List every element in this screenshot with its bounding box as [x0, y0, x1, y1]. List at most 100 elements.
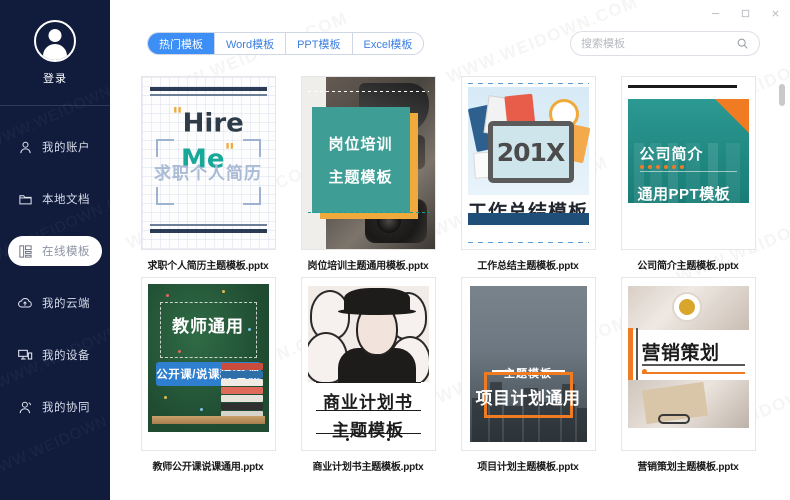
sidebar-item-my-cloud[interactable]: 我的云端 — [8, 288, 102, 318]
template-scrollbar-thumb[interactable] — [779, 84, 785, 106]
template-thumbnail[interactable]: 营销策划 主题模板 — [621, 277, 756, 451]
template-thumbnail[interactable]: "Hire Me" 求职个人简历 — [141, 76, 276, 250]
template-grid-scroll-area: "Hire Me" 求职个人简历 求职个人简历主题模板.pptx — [110, 68, 790, 500]
minimize-icon[interactable] — [700, 0, 730, 26]
thumb-subtitle: 求职个人简历 — [142, 159, 275, 184]
search-icon[interactable] — [736, 37, 749, 50]
chalk-dot — [200, 408, 203, 411]
sidebar-item-online-templates[interactable]: 在线模板 — [8, 236, 102, 266]
sidebar-item-label: 本地文档 — [42, 191, 90, 207]
thumb-title-line2: 主题模板 — [328, 166, 392, 187]
city-photo-background: 主题模板 项目计划通用 — [470, 286, 587, 442]
template-card[interactable]: 主题模板 项目计划通用 项目计划主题模板.pptx — [448, 277, 608, 473]
template-scrollbar-track[interactable] — [779, 72, 785, 496]
thumb-title-line1: 岗位培训 — [328, 133, 392, 154]
template-caption: 项目计划主题模板.pptx — [477, 458, 578, 473]
search-box[interactable] — [570, 31, 760, 56]
maximize-icon[interactable] — [730, 0, 760, 26]
template-thumbnail[interactable]: 201X 工作总结模板 — [461, 76, 596, 250]
decor-bar — [150, 229, 267, 233]
template-card[interactable]: 营销策划 主题模板 营销策划主题模板.pptx — [608, 277, 768, 473]
sidebar-item-my-devices[interactable]: 我的设备 — [8, 340, 102, 370]
dotted-divider — [308, 212, 429, 213]
window-controls — [700, 0, 790, 26]
thumb-title-line1: 公司简介 — [640, 143, 704, 164]
dashed-divider — [468, 242, 589, 243]
dot-row — [640, 165, 684, 169]
devices-icon — [8, 347, 42, 363]
tab-ppt-templates[interactable]: PPT模板 — [286, 33, 352, 54]
chalk-dot — [164, 396, 167, 399]
top-rule — [628, 85, 737, 88]
divider-rule — [316, 410, 421, 411]
desk-shape — [152, 416, 265, 424]
template-thumbnail[interactable]: 商业计划书 主题模板 — [301, 277, 436, 451]
dotted-divider — [308, 91, 429, 92]
desk-photo-top — [628, 286, 749, 330]
sidebar-item-label: 我的协同 — [42, 399, 90, 415]
trooper-illustration — [308, 286, 429, 382]
template-card[interactable]: 公司简介 通用PPT模板 公司简介主题模板.pptx — [608, 76, 768, 272]
template-thumbnail[interactable]: 教师通用 公开课/说课稿/备课 — [141, 277, 276, 451]
sidebar-item-label: 在线模板 — [42, 243, 90, 259]
building-shape — [577, 408, 587, 442]
sidebar-item-label: 我的设备 — [42, 347, 90, 363]
template-caption: 岗位培训主题通用模板.pptx — [308, 257, 429, 272]
headline-hire: Hire — [183, 109, 244, 139]
sidebar-item-my-collaboration[interactable]: 我的协同 — [8, 392, 102, 422]
tablet-shape: 201X — [488, 121, 574, 183]
topbar: 热门模板 Word模板 PPT模板 Excel模板 — [110, 28, 790, 64]
thumb-title-line2: 项目计划通用 — [470, 384, 587, 409]
template-caption: 工作总结主题模板.pptx — [477, 257, 578, 272]
orange-divider-rule — [642, 372, 745, 374]
blue-accent-bar — [468, 213, 589, 225]
desk-photo-bottom — [628, 380, 749, 428]
blackboard-background: 教师通用 公开课/说课稿/备课 — [148, 284, 269, 432]
book-stack-illustration — [221, 364, 263, 418]
user-avatar-icon[interactable] — [34, 20, 76, 62]
template-thumbnail[interactable]: 主题模板 项目计划通用 — [461, 277, 596, 451]
decor-bar — [150, 224, 267, 226]
orange-corner-triangle — [715, 99, 749, 133]
divider-rule — [316, 382, 421, 383]
template-card[interactable]: 教师通用 公开课/说课稿/备课 — [128, 277, 288, 473]
corner-bracket — [243, 187, 261, 205]
folder-icon — [8, 192, 42, 207]
divider-rule — [316, 433, 421, 434]
gray-accent-bar — [636, 328, 638, 382]
hat-brim — [338, 308, 416, 315]
sidebar-nav: 我的账户 本地文档 在线模板 — [0, 106, 110, 422]
dot-row — [302, 438, 435, 441]
decor-bar — [150, 87, 267, 91]
template-card[interactable]: 岗位培训 主题模板 岗位培训主题通用模板.pptx — [288, 76, 448, 272]
avatar-body-shape — [43, 44, 67, 60]
quote-mark: " — [172, 103, 182, 127]
sidebar-item-local-documents[interactable]: 本地文档 — [8, 184, 102, 214]
thumb-title-panel: 岗位培训 主题模板 — [312, 107, 410, 213]
decor-bar — [150, 94, 267, 96]
template-grid: "Hire Me" 求职个人简历 求职个人简历主题模板.pptx — [110, 68, 790, 473]
tab-word-templates[interactable]: Word模板 — [215, 33, 286, 54]
template-card[interactable]: "Hire Me" 求职个人简历 求职个人简历主题模板.pptx — [128, 76, 288, 272]
tab-hot-templates[interactable]: 热门模板 — [148, 33, 215, 54]
cloud-upload-icon — [8, 295, 42, 311]
tab-excel-templates[interactable]: Excel模板 — [353, 33, 424, 54]
template-thumbnail[interactable]: 公司简介 通用PPT模板 — [621, 76, 756, 250]
template-thumbnail[interactable]: 岗位培训 主题模板 — [301, 76, 436, 250]
orange-dot — [642, 369, 647, 374]
chalk-dot — [166, 294, 169, 297]
close-icon[interactable] — [760, 0, 790, 26]
template-category-tabs: 热门模板 Word模板 PPT模板 Excel模板 — [147, 32, 424, 55]
collaborate-person-icon — [8, 400, 42, 415]
thumb-title-line1: 教师通用 — [148, 312, 269, 337]
login-block[interactable]: 登录 — [0, 0, 110, 106]
avatar-head-shape — [49, 29, 62, 42]
divider-rule — [642, 364, 745, 366]
corner-bracket — [156, 139, 174, 157]
template-card[interactable]: 201X 工作总结模板 工作总结主题模板.pptx — [448, 76, 608, 272]
template-card[interactable]: 商业计划书 主题模板 商业计划书主题模板.pptx — [288, 277, 448, 473]
search-input[interactable] — [581, 38, 736, 50]
thumb-title-line2: 通用PPT模板 — [638, 183, 743, 203]
template-caption: 商业计划书主题模板.pptx — [312, 458, 423, 473]
sidebar-item-my-account[interactable]: 我的账户 — [8, 132, 102, 162]
